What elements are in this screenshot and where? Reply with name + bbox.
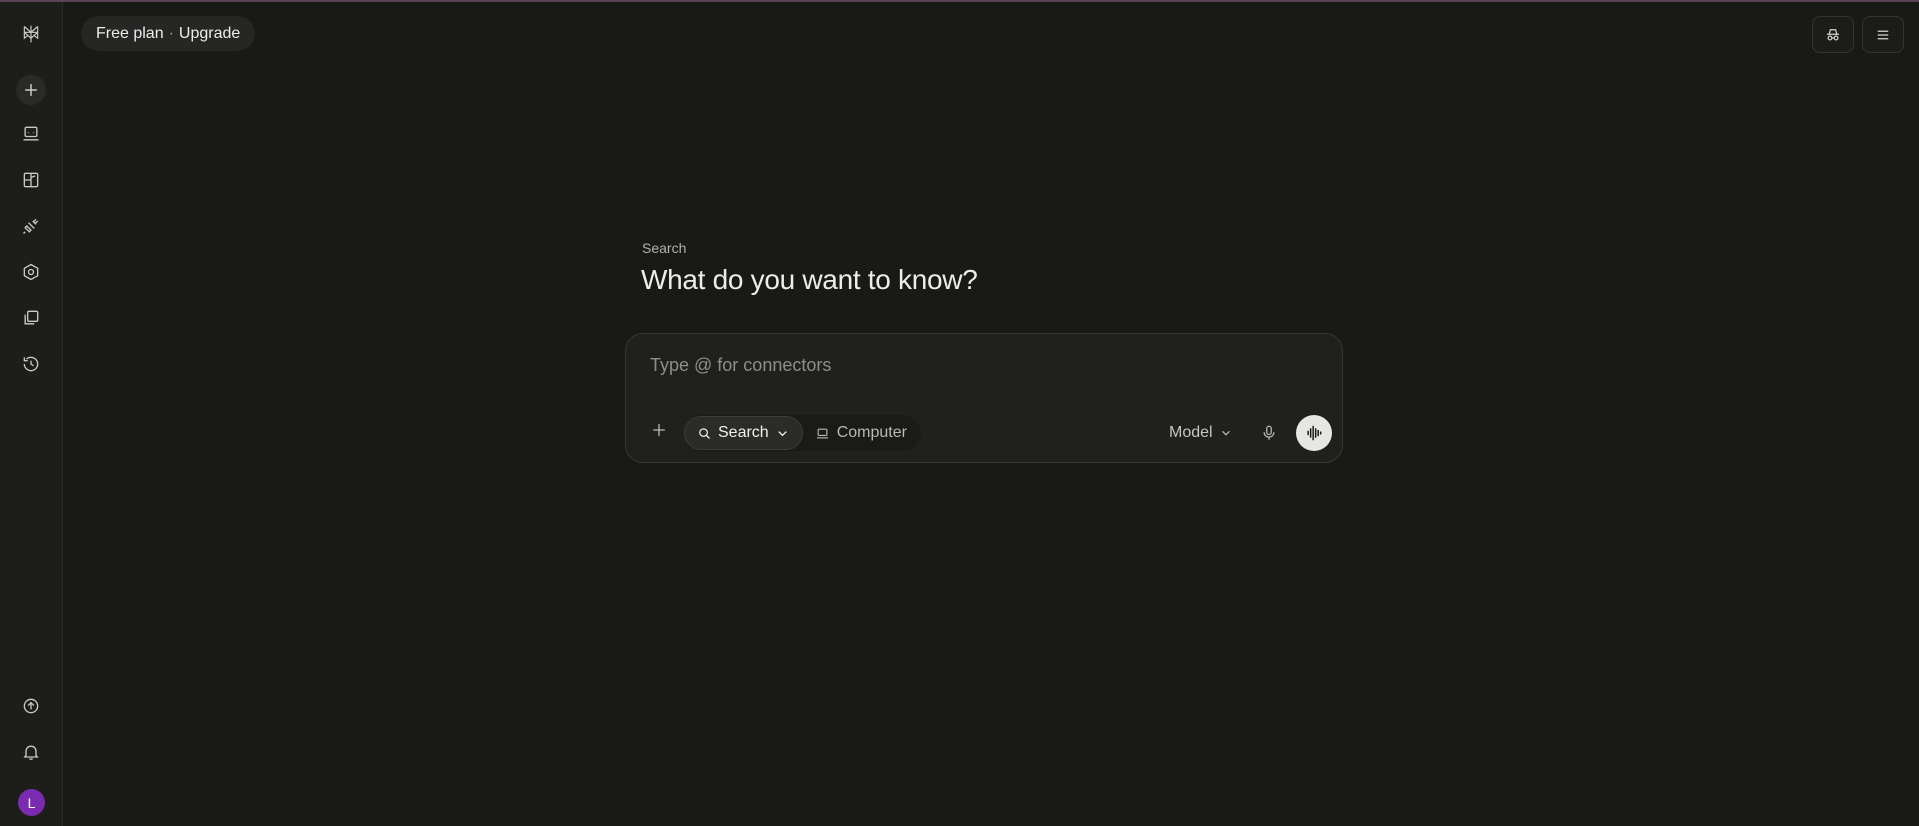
chevron-down-icon (1221, 430, 1230, 436)
sidebar-item-computer[interactable] (13, 116, 49, 152)
mode-selector: Search Computer (684, 415, 921, 451)
mode-label: Search (642, 240, 687, 256)
plan-label: Free plan (96, 24, 164, 42)
composer: Search Computer Model (625, 333, 1343, 463)
spaces-icon (23, 172, 39, 188)
computer-mode-label: Computer (836, 424, 907, 441)
library-icon (24, 310, 39, 325)
sidebar: L (0, 2, 63, 826)
sidebar-item-history[interactable] (13, 346, 49, 382)
model-selector-button[interactable]: Model (1169, 415, 1233, 451)
menu-button[interactable] (1862, 16, 1904, 53)
voice-mode-button[interactable] (1296, 415, 1332, 451)
query-input[interactable] (648, 354, 1292, 377)
dictation-button[interactable] (1254, 418, 1284, 448)
sidebar-item-settings[interactable] (13, 254, 49, 290)
page-title: What do you want to know? (641, 264, 978, 295)
computer-icon (816, 428, 828, 438)
sidebar-item-connectors[interactable] (13, 208, 49, 244)
new-thread-button[interactable] (16, 75, 46, 105)
search-mode-label: Search (718, 424, 769, 441)
menu-icon (1877, 30, 1889, 39)
search-icon (699, 427, 710, 439)
plug-icon (23, 218, 39, 234)
mic-icon (1263, 425, 1275, 440)
bell-icon (23, 745, 39, 760)
sidebar-item-library[interactable] (13, 300, 49, 336)
notifications-button[interactable] (13, 734, 49, 770)
model-label: Model (1169, 424, 1213, 441)
plan-separator: · (168, 24, 174, 42)
incognito-icon (1827, 28, 1839, 40)
plus-icon (25, 84, 37, 96)
incognito-button[interactable] (1812, 16, 1854, 53)
hexagon-icon (23, 263, 39, 281)
perplexity-logo-icon[interactable] (13, 16, 49, 52)
computer-mode-button[interactable]: Computer (803, 416, 921, 450)
arrow-up-circle-icon (23, 698, 39, 714)
plan-upgrade-pill[interactable]: Free plan · Upgrade (81, 16, 256, 51)
plus-icon (653, 424, 665, 436)
attach-button[interactable] (645, 416, 673, 444)
search-mode-button[interactable]: Search (684, 416, 803, 450)
computer-icon (23, 126, 39, 141)
avatar[interactable]: L (18, 789, 45, 816)
upgrade-link[interactable]: Upgrade (179, 25, 240, 43)
voice-wave-icon (1307, 425, 1322, 441)
chevron-down-icon (778, 430, 787, 436)
top-accent-line (0, 0, 1919, 2)
sidebar-item-spaces[interactable] (13, 162, 49, 198)
history-icon (23, 356, 39, 372)
sidebar-upgrade-button[interactable] (13, 688, 49, 724)
